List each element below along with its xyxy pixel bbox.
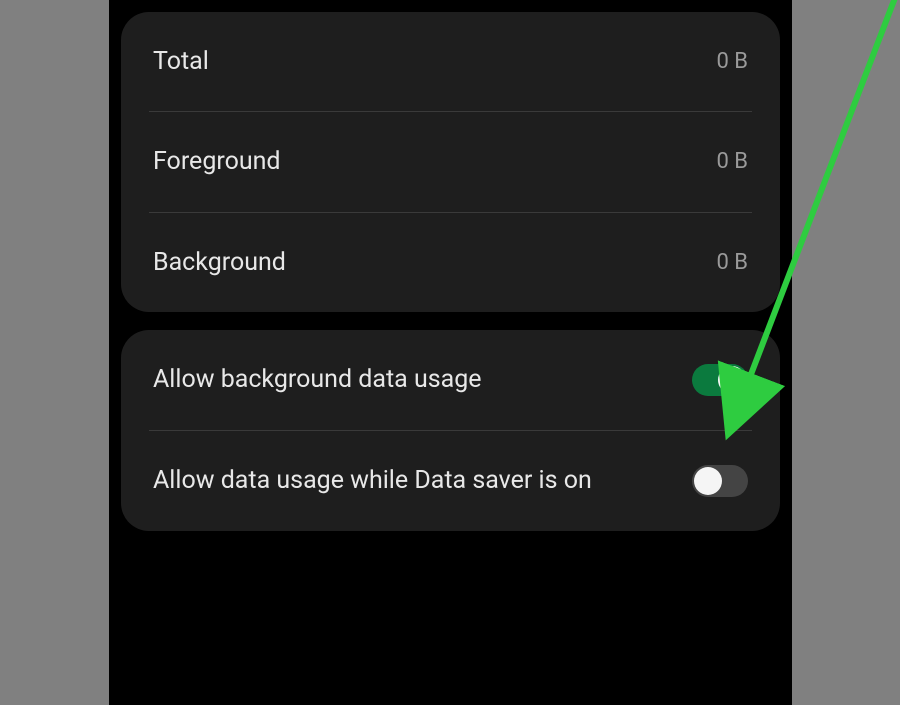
toggle-knob: [718, 366, 746, 394]
allow-data-saver-row[interactable]: Allow data usage while Data saver is on: [121, 431, 780, 531]
allow-background-data-row[interactable]: Allow background data usage: [121, 330, 780, 430]
toggle-knob: [694, 467, 722, 495]
data-usage-foreground-label: Foreground: [153, 146, 281, 177]
allow-background-data-toggle[interactable]: [692, 364, 748, 396]
allow-data-saver-toggle[interactable]: [692, 465, 748, 497]
phone-screen: Total 0 B Foreground 0 B Background 0 B …: [109, 0, 792, 705]
data-usage-row-foreground[interactable]: Foreground 0 B: [121, 112, 780, 211]
allow-data-saver-label: Allow data usage while Data saver is on: [153, 465, 592, 496]
data-usage-row-total[interactable]: Total 0 B: [121, 12, 780, 111]
data-usage-foreground-value: 0 B: [716, 149, 748, 174]
allow-background-data-label: Allow background data usage: [153, 364, 482, 395]
settings-card: Allow background data usage Allow data u…: [121, 330, 780, 531]
data-usage-background-label: Background: [153, 247, 286, 278]
data-usage-row-background[interactable]: Background 0 B: [121, 213, 780, 312]
data-usage-background-value: 0 B: [716, 250, 748, 275]
data-usage-total-value: 0 B: [716, 49, 748, 74]
data-usage-card: Total 0 B Foreground 0 B Background 0 B: [121, 12, 780, 312]
data-usage-total-label: Total: [153, 46, 209, 77]
